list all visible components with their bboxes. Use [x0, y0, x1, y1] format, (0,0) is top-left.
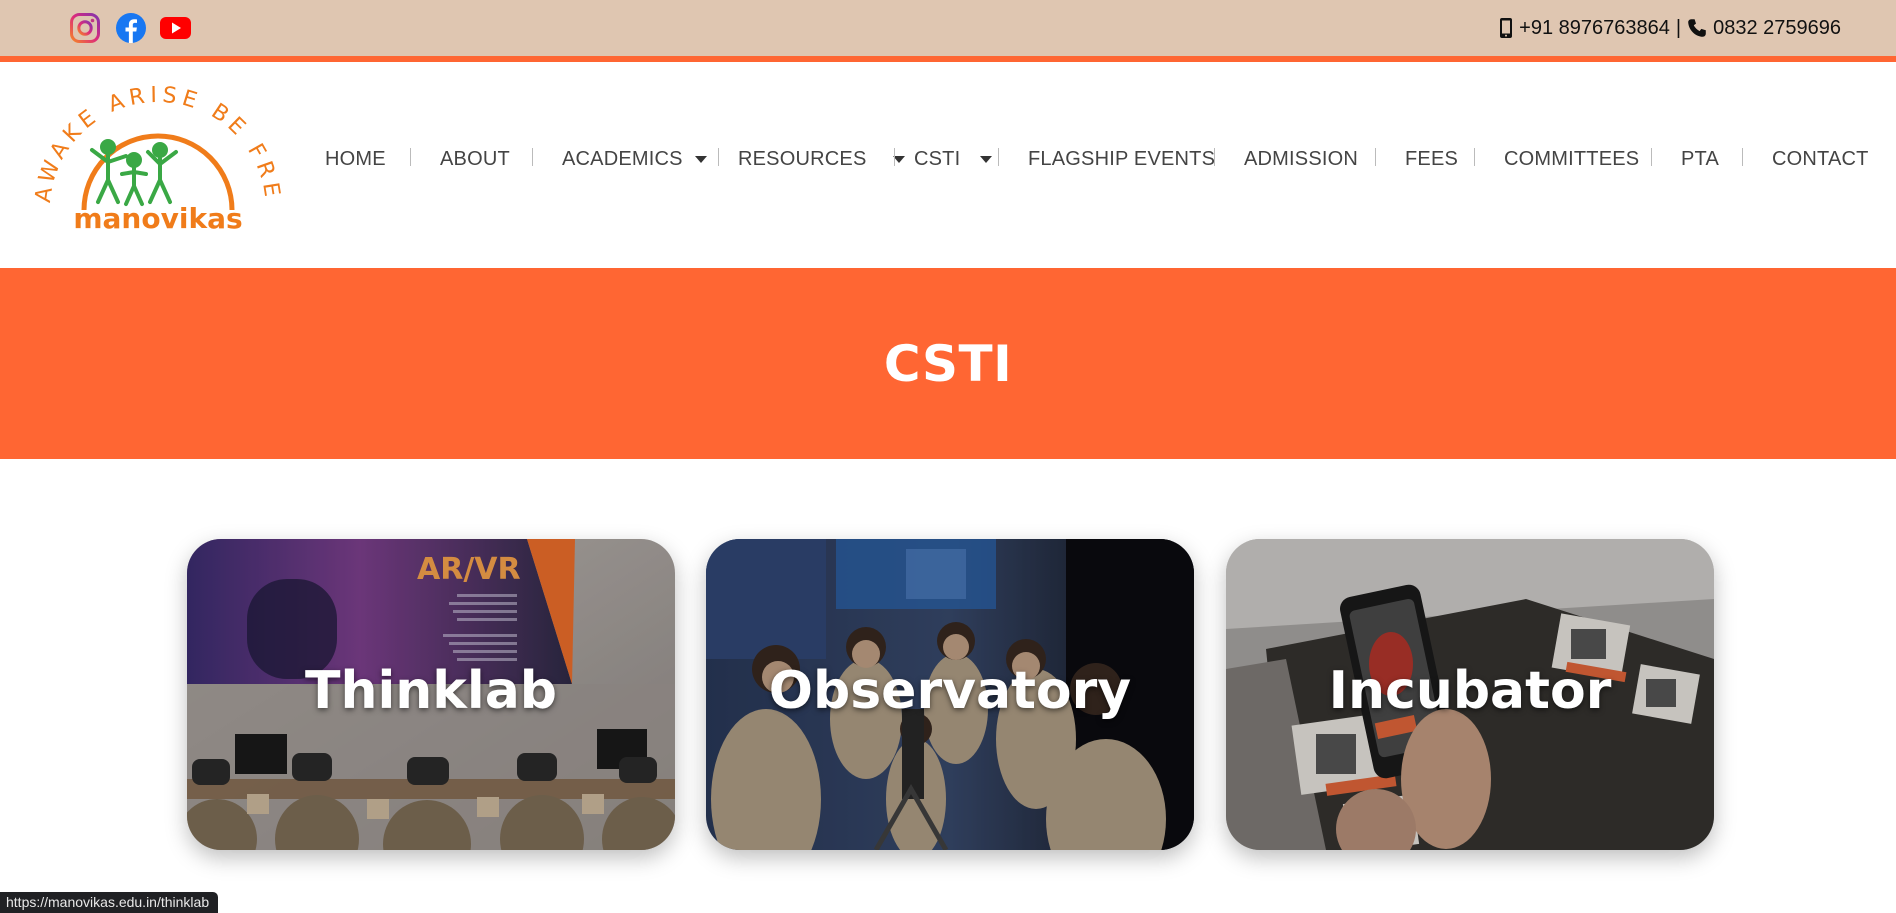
- site-header: AWAKE ARISE BE FREE manovikas HOME ABOUT…: [0, 62, 1896, 268]
- nav-label: HOME: [325, 148, 386, 170]
- nav-label: FEES: [1405, 148, 1459, 170]
- nav-contact[interactable]: CONTACT: [1772, 148, 1869, 171]
- nav-separator: [1474, 148, 1475, 166]
- nav-label: FLAGSHIP EVENTS: [1028, 148, 1216, 170]
- instagram-icon[interactable]: [69, 12, 101, 44]
- nav-separator: [1375, 148, 1376, 166]
- mobile-number[interactable]: +91 8976763864: [1519, 17, 1670, 40]
- nav-separator: [1214, 148, 1215, 166]
- top-bar: +91 8976763864 | 0832 2759696: [0, 0, 1896, 56]
- page-banner: CSTI: [0, 268, 1896, 459]
- page-title: CSTI: [883, 334, 1013, 393]
- nav-label: RESOURCES: [738, 148, 867, 170]
- nav-label: ABOUT: [440, 148, 510, 170]
- nav-committees[interactable]: COMMITTEES: [1504, 148, 1639, 171]
- nav-resources[interactable]: RESOURCES: [738, 148, 905, 171]
- nav-separator: [718, 148, 719, 166]
- nav-academics[interactable]: ACADEMICS: [562, 148, 707, 171]
- nav-separator: [1651, 148, 1652, 166]
- nav-label: ACADEMICS: [562, 148, 683, 170]
- nav-separator: [894, 148, 895, 166]
- nav-label: ADMISSION: [1244, 148, 1359, 170]
- nav-label: COMMITTEES: [1504, 148, 1640, 170]
- nav-csti[interactable]: CSTI: [914, 148, 993, 171]
- nav-home[interactable]: HOME: [325, 148, 386, 171]
- chevron-down-icon: [694, 156, 707, 163]
- chevron-down-icon: [980, 156, 993, 163]
- card-incubator[interactable]: Incubator: [1226, 539, 1714, 850]
- nav-flagship-events[interactable]: FLAGSHIP EVENTS: [1028, 148, 1215, 171]
- nav-label: CSTI: [914, 148, 961, 170]
- main-nav: HOME ABOUT ACADEMICS RESOURCES CSTI FLAG…: [0, 62, 1896, 268]
- nav-separator: [532, 148, 533, 166]
- card-title: Incubator: [1328, 661, 1612, 721]
- nav-fees[interactable]: FEES: [1405, 148, 1458, 171]
- nav-separator: [1742, 148, 1743, 166]
- nav-separator: [998, 148, 999, 166]
- contact-info: +91 8976763864 | 0832 2759696: [1499, 15, 1841, 41]
- card-title: Thinklab: [304, 661, 558, 721]
- phone-number[interactable]: 0832 2759696: [1713, 17, 1841, 40]
- card-observatory[interactable]: Observatory: [706, 539, 1194, 850]
- facebook-icon[interactable]: [115, 12, 147, 44]
- mobile-icon: [1499, 17, 1513, 39]
- card-title: Observatory: [768, 661, 1132, 721]
- nav-separator: [410, 148, 411, 166]
- contact-separator: |: [1675, 16, 1682, 39]
- youtube-icon[interactable]: [159, 12, 192, 44]
- card-thinklab[interactable]: AR/VR Thinklab: [187, 539, 675, 850]
- nav-about[interactable]: ABOUT: [440, 148, 510, 171]
- phone-icon: [1687, 18, 1707, 38]
- nav-label: PTA: [1681, 148, 1720, 170]
- nav-label: CONTACT: [1772, 148, 1869, 170]
- status-url: https://manovikas.edu.in/thinklab: [0, 892, 219, 913]
- nav-pta[interactable]: PTA: [1681, 148, 1719, 171]
- nav-admission[interactable]: ADMISSION: [1244, 148, 1358, 171]
